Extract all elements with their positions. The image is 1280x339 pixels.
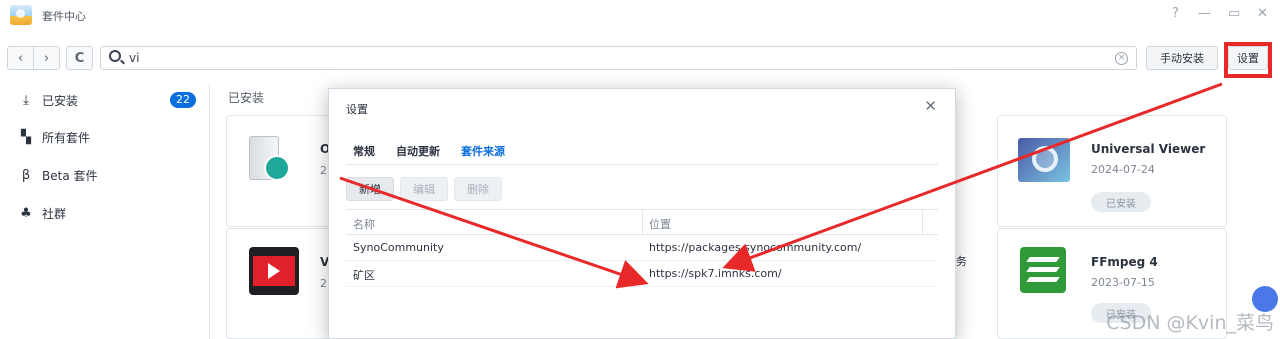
package-card[interactable]: V 2 xyxy=(226,228,336,339)
title-bar: 套件中心 ? — ▭ ✕ xyxy=(0,0,1280,30)
source-location: https://packages.synocommunity.com/ xyxy=(649,241,862,254)
package-card[interactable]: O 2 xyxy=(226,115,336,227)
settings-dialog: 设置 ✕ 常规 自动更新 套件来源 新增 编辑 删除 名称 位置 SynoCom… xyxy=(328,88,956,339)
column-divider xyxy=(642,210,643,235)
tab-auto-update[interactable]: 自动更新 xyxy=(396,143,440,159)
package-name: Universal Viewer xyxy=(1091,142,1206,156)
community-icon: ♣ xyxy=(20,205,32,221)
chevron-right-icon: › xyxy=(43,50,50,66)
forward-button[interactable]: › xyxy=(33,46,60,70)
package-name: FFmpeg 4 xyxy=(1091,255,1158,269)
package-date: 2 xyxy=(320,164,327,177)
sidebar-item-all-packages[interactable]: ▚ 所有套件 xyxy=(18,127,90,147)
add-button[interactable]: 新增 xyxy=(346,177,394,201)
safe-key-icon xyxy=(249,136,290,181)
table-header: 名称 位置 xyxy=(346,209,938,235)
sidebar-item-beta[interactable]: β Beta 套件 xyxy=(18,165,98,185)
edit-button[interactable]: 编辑 xyxy=(400,177,448,201)
tab-general[interactable]: 常规 xyxy=(353,143,375,159)
toolbar: ‹ › C vi × 手动安装 设置 xyxy=(0,42,1280,76)
source-location: https://spk7.imnks.com/ xyxy=(649,267,782,280)
ffmpeg-icon xyxy=(1020,247,1066,293)
viewer-icon xyxy=(1018,138,1070,182)
sidebar-item-label: 所有套件 xyxy=(42,130,91,145)
video-player-icon xyxy=(249,247,299,295)
installed-count-badge: 22 xyxy=(170,92,196,108)
sidebar-item-label: Beta 套件 xyxy=(42,168,98,183)
partial-package-text: 务 xyxy=(956,255,967,268)
sidebar-item-label: 社群 xyxy=(42,206,67,221)
download-icon: ⤓ xyxy=(23,92,29,108)
refresh-icon: C xyxy=(74,50,85,66)
delete-button[interactable]: 删除 xyxy=(454,177,502,201)
close-icon[interactable]: ✕ xyxy=(924,97,937,115)
annotation-highlight-box xyxy=(1224,42,1272,78)
column-header-location: 位置 xyxy=(649,218,671,231)
maximize-icon[interactable]: ▭ xyxy=(1228,6,1240,21)
search-value: vi xyxy=(129,51,140,65)
grid-icon: ▚ xyxy=(21,129,31,145)
dialog-tabs: 常规 自动更新 套件来源 xyxy=(346,139,938,165)
source-name: SynoCommunity xyxy=(353,241,444,254)
package-date: 2024-07-24 xyxy=(1091,163,1155,176)
installed-status-button[interactable]: 已安装 xyxy=(1091,192,1151,212)
source-name: 矿区 xyxy=(353,269,375,282)
sidebar-item-label: 已安装 xyxy=(42,93,79,108)
chevron-left-icon: ‹ xyxy=(17,50,24,66)
beta-icon: β xyxy=(21,167,31,183)
tab-package-sources[interactable]: 套件来源 xyxy=(461,143,505,159)
sidebar-item-installed[interactable]: ⤓ 已安装 xyxy=(18,90,78,110)
clear-search-icon[interactable]: × xyxy=(1115,52,1128,65)
package-center-logo-icon xyxy=(10,5,32,25)
sidebar-item-community[interactable]: ♣ 社群 xyxy=(18,203,66,223)
package-date: 2023-07-15 xyxy=(1091,276,1155,289)
table-row[interactable]: SynoCommunity https://packages.synocommu… xyxy=(346,235,938,261)
search-icon xyxy=(109,50,121,62)
app-title: 套件中心 xyxy=(42,10,86,23)
section-title: 已安装 xyxy=(228,91,265,105)
back-button[interactable]: ‹ xyxy=(7,46,34,70)
table-row[interactable]: 矿区 https://spk7.imnks.com/ xyxy=(346,261,938,287)
watermark: CSDN @Kvin_菜鸟 xyxy=(1106,312,1274,334)
column-divider xyxy=(922,210,923,235)
dialog-title: 设置 xyxy=(346,103,368,116)
package-date: 2 xyxy=(320,277,327,290)
manual-install-button[interactable]: 手动安装 xyxy=(1146,46,1218,70)
package-sources-table: 名称 位置 SynoCommunity https://packages.syn… xyxy=(346,209,938,287)
refresh-button[interactable]: C xyxy=(66,46,93,70)
search-input[interactable]: vi × xyxy=(100,46,1137,70)
column-header-name: 名称 xyxy=(353,218,375,231)
minimize-icon[interactable]: — xyxy=(1198,6,1211,21)
help-icon[interactable]: ? xyxy=(1172,6,1179,21)
package-card[interactable]: Universal Viewer 2024-07-24 已安装 xyxy=(997,115,1227,227)
close-icon[interactable]: ✕ xyxy=(1257,6,1268,21)
